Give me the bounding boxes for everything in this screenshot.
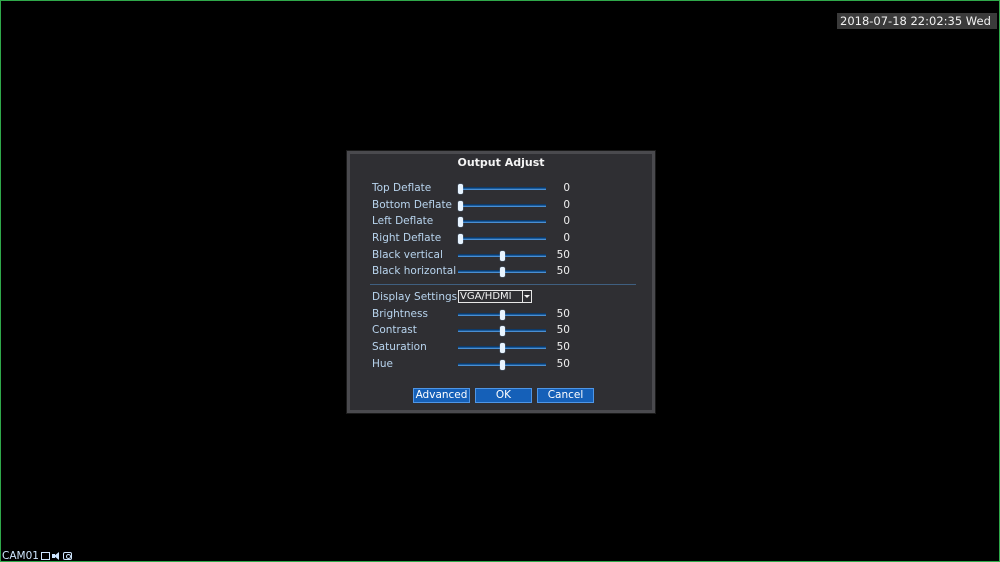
row-label: Contrast xyxy=(372,324,417,336)
slider-thumb[interactable] xyxy=(500,251,505,261)
slider-thumb[interactable] xyxy=(500,343,505,353)
cancel-button[interactable]: Cancel xyxy=(537,388,594,403)
display-settings-value: VGA/HDMI xyxy=(460,291,512,302)
ok-button[interactable]: OK xyxy=(475,388,532,403)
slider-thumb[interactable] xyxy=(500,360,505,370)
row-label: Saturation xyxy=(372,341,427,353)
output-adjust-dialog: Output Adjust Top Deflate 0 Bottom Defla… xyxy=(346,150,656,414)
record-status-icon xyxy=(40,552,50,560)
dialog-title: Output Adjust xyxy=(457,156,545,169)
right-deflate-slider[interactable] xyxy=(458,234,546,244)
row-label: Top Deflate xyxy=(372,182,432,194)
row-black-vertical: Black vertical 50 xyxy=(372,247,642,263)
slider-thumb[interactable] xyxy=(458,184,463,194)
row-bottom-deflate: Bottom Deflate 0 xyxy=(372,197,642,213)
chevron-down-icon[interactable] xyxy=(522,291,531,302)
row-saturation: Saturation 50 xyxy=(372,339,642,355)
row-black-horizontal: Black horizontal 50 xyxy=(372,263,642,279)
slider-thumb[interactable] xyxy=(458,201,463,211)
row-value: 50 xyxy=(556,341,570,353)
camera-status-bar: CAM01 xyxy=(2,550,72,562)
row-hue: Hue 50 xyxy=(372,356,642,372)
left-deflate-slider[interactable] xyxy=(458,217,546,227)
row-top-deflate: Top Deflate 0 xyxy=(372,180,642,196)
row-left-deflate: Left Deflate 0 xyxy=(372,213,642,229)
top-deflate-slider[interactable] xyxy=(458,184,546,194)
datetime-overlay: 2018-07-18 22:02:35 Wed xyxy=(837,13,997,29)
slider-thumb[interactable] xyxy=(500,267,505,277)
row-label: Brightness xyxy=(372,308,428,320)
section-divider xyxy=(370,284,636,285)
row-value: 50 xyxy=(556,308,570,320)
row-label: Left Deflate xyxy=(372,215,434,227)
row-value: 50 xyxy=(556,265,570,277)
audio-icon xyxy=(51,551,61,561)
black-horizontal-slider[interactable] xyxy=(458,267,546,277)
row-value: 0 xyxy=(563,199,570,211)
row-label: Black horizontal xyxy=(372,265,457,277)
bottom-deflate-slider[interactable] xyxy=(458,201,546,211)
row-value: 50 xyxy=(556,358,570,370)
row-display-settings: Display Settings VGA/HDMI xyxy=(372,289,642,305)
camera-label: CAM01 xyxy=(2,550,39,562)
hue-slider[interactable] xyxy=(458,360,546,370)
slider-thumb[interactable] xyxy=(500,326,505,336)
advanced-button[interactable]: Advanced xyxy=(413,388,470,403)
display-settings-select[interactable]: VGA/HDMI xyxy=(458,290,532,303)
row-label: Bottom Deflate xyxy=(372,199,453,211)
brightness-slider[interactable] xyxy=(458,310,546,320)
saturation-slider[interactable] xyxy=(458,343,546,353)
row-value: 0 xyxy=(563,215,570,227)
slider-thumb[interactable] xyxy=(458,234,463,244)
row-label: Hue xyxy=(372,358,394,370)
row-value: 0 xyxy=(563,232,570,244)
row-label: Right Deflate xyxy=(372,232,442,244)
black-vertical-slider[interactable] xyxy=(458,251,546,261)
row-brightness: Brightness 50 xyxy=(372,306,642,322)
slider-thumb[interactable] xyxy=(458,217,463,227)
row-value: 0 xyxy=(563,182,570,194)
contrast-slider[interactable] xyxy=(458,326,546,336)
video-screen: 2018-07-18 22:02:35 Wed CAM01 Output Adj… xyxy=(0,0,1000,562)
row-contrast: Contrast 50 xyxy=(372,322,642,338)
row-right-deflate: Right Deflate 0 xyxy=(372,230,642,246)
row-label: Black vertical xyxy=(372,249,443,261)
camera-icon xyxy=(62,552,72,560)
row-value: 50 xyxy=(556,324,570,336)
display-settings-label: Display Settings xyxy=(372,291,458,303)
slider-thumb[interactable] xyxy=(500,310,505,320)
row-value: 50 xyxy=(556,249,570,261)
